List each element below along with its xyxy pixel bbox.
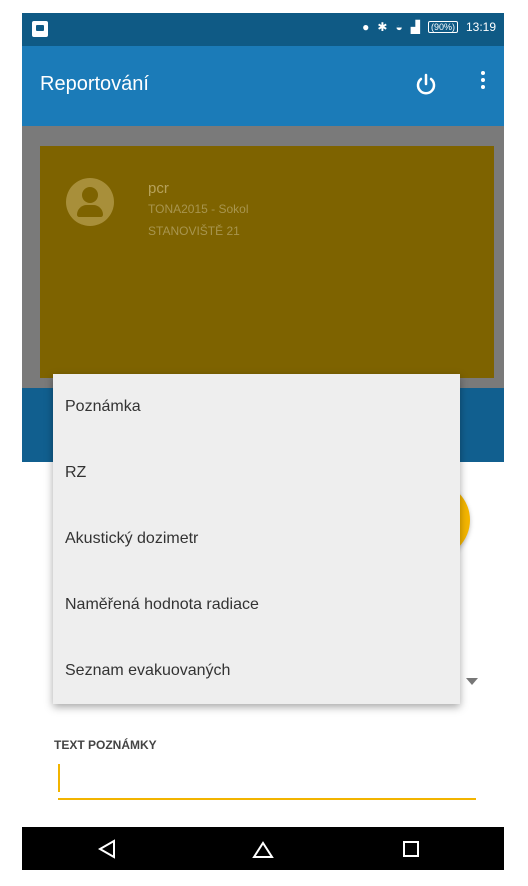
menu-item-namerena-hodnota-radiace[interactable]: Naměřená hodnota radiace [53, 572, 460, 638]
system-nav-bar [22, 827, 504, 870]
back-icon[interactable] [94, 836, 120, 862]
page-title: Reportování [40, 73, 149, 95]
bluetooth-icon: ✱ [377, 20, 388, 34]
note-text-input[interactable] [58, 762, 476, 800]
clock: 13:19 [465, 20, 496, 34]
menu-item-akusticky-dozimetr[interactable]: Akustický dozimetr [53, 506, 460, 572]
battery-indicator: (90%) [427, 21, 458, 33]
text-cursor [58, 764, 60, 792]
status-bar: ● ✱ ◒ ▟ (90%) 13:19 [22, 13, 504, 46]
user-event: TONA2015 - Sokol [148, 202, 249, 216]
user-name: pcr [148, 180, 169, 197]
recent-apps-icon[interactable] [398, 836, 424, 862]
notification-icon [32, 21, 48, 37]
signal-icon: ▟ [410, 20, 420, 34]
menu-item-rz[interactable]: RZ [53, 440, 460, 506]
location-icon: ● [362, 20, 370, 34]
menu-item-poznamka[interactable]: Poznámka [53, 374, 460, 440]
avatar [66, 178, 114, 226]
app-bar: Reportování [22, 46, 504, 126]
power-icon[interactable] [412, 70, 440, 98]
content-area: pcr TONA2015 - Sokol STANOVIŠTĚ 21 TEXT … [22, 126, 504, 827]
chevron-down-icon[interactable] [466, 678, 478, 685]
phone-screen: ● ✱ ◒ ▟ (90%) 13:19 Reportování pcr TONA… [22, 13, 504, 870]
user-station: STANOVIŠTĚ 21 [148, 224, 240, 238]
wifi-icon: ◒ [395, 20, 403, 34]
more-options-icon[interactable] [478, 68, 488, 100]
menu-item-seznam-evakuovanych[interactable]: Seznam evakuovaných [53, 638, 460, 704]
report-type-menu: Poznámka RZ Akustický dozimetr Naměřená … [53, 374, 460, 704]
status-icons: ● ✱ ◒ ▟ (90%) 13:19 [362, 20, 496, 34]
text-note-label: TEXT POZNÁMKY [54, 738, 157, 752]
profile-card: pcr TONA2015 - Sokol STANOVIŠTĚ 21 [40, 146, 494, 378]
home-icon[interactable] [250, 836, 276, 862]
